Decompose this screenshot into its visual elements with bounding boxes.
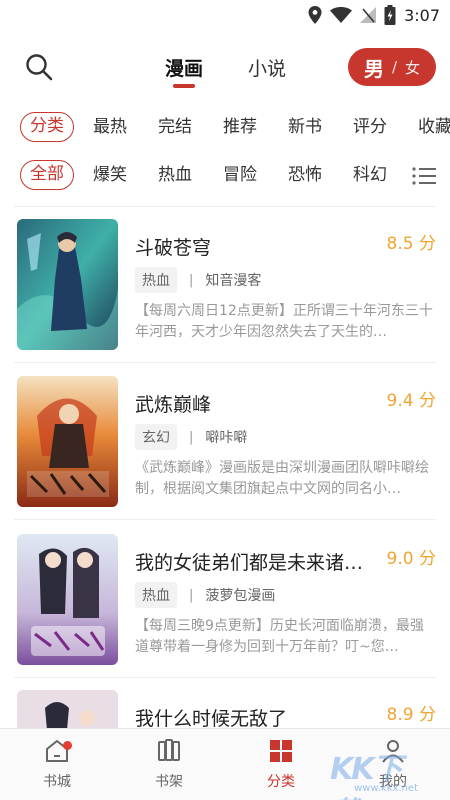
book-score: 8.5 分 bbox=[386, 234, 436, 254]
bookshelf-icon bbox=[158, 739, 180, 761]
tag-separator: | bbox=[189, 587, 194, 603]
book-score: 9.0 分 bbox=[386, 549, 436, 569]
book-tags: 玄幻 | 噼咔噼 bbox=[135, 424, 247, 450]
top-header: 漫画 小说 男 / 女 bbox=[0, 44, 450, 90]
book-divider bbox=[14, 519, 436, 520]
status-time: 3:07 bbox=[404, 5, 440, 25]
book-divider bbox=[14, 362, 436, 363]
book-author: 噼咔噼 bbox=[205, 430, 248, 446]
book-title[interactable]: 斗破苍穹 bbox=[135, 233, 367, 260]
book-description: 【每周六周日12点更新】正所谓三十年河东三十年河西，天才少年因忽然失去了天生的… bbox=[135, 303, 433, 340]
watermark-url: www.kkx.net bbox=[354, 783, 418, 794]
genre-filter-row: 全部 爆笑 热血 冒险 恐怖 科幻 bbox=[0, 160, 450, 196]
tab-novels[interactable]: 小说 bbox=[248, 54, 286, 81]
status-bar: 3:07 bbox=[0, 0, 450, 32]
book-item[interactable]: 武炼巅峰 9.4 分 玄幻 | 噼咔噼 《武炼巅峰》漫画版是由深圳漫画团队噼咔噼… bbox=[0, 376, 450, 526]
book-title[interactable]: 我什么时候无敌了 bbox=[135, 704, 367, 728]
nav-category[interactable]: 分类 bbox=[241, 737, 321, 797]
book-item[interactable]: 我什么时候无敌了 8.9 分 bbox=[0, 690, 450, 728]
watermark-logo: KK下载 www.kkx.net bbox=[330, 740, 442, 800]
nav-bookstore[interactable]: 书城 bbox=[17, 737, 97, 797]
filter-completed[interactable]: 完结 bbox=[158, 112, 192, 142]
book-cover[interactable] bbox=[17, 690, 118, 728]
book-tags: 热血 | 菠萝包漫画 bbox=[135, 582, 275, 608]
filter-recommended[interactable]: 推荐 bbox=[223, 112, 257, 142]
genre-action[interactable]: 热血 bbox=[158, 160, 192, 190]
category-icon bbox=[270, 740, 292, 762]
signal-off-icon bbox=[360, 7, 377, 23]
genre-tag: 玄幻 bbox=[135, 424, 177, 450]
genre-scifi[interactable]: 科幻 bbox=[353, 160, 387, 190]
genre-tag: 热血 bbox=[135, 582, 177, 608]
status-icons: 3:07 bbox=[308, 5, 440, 25]
book-divider bbox=[14, 677, 436, 678]
book-title[interactable]: 我的女徒弟们都是未来诸… bbox=[135, 548, 367, 575]
filter-collection[interactable]: 收藏 bbox=[418, 112, 450, 142]
gender-toggle[interactable]: 男 / 女 bbox=[348, 48, 436, 86]
book-cover[interactable] bbox=[17, 219, 118, 350]
nav-label: 书城 bbox=[43, 774, 71, 790]
search-button[interactable] bbox=[24, 52, 54, 82]
notification-dot bbox=[63, 741, 72, 750]
battery-icon bbox=[384, 5, 396, 25]
nav-label: 书架 bbox=[155, 774, 183, 790]
book-item[interactable]: 斗破苍穹 8.5 分 热血 | 知音漫客 【每周六周日12点更新】正所谓三十年河… bbox=[0, 219, 450, 369]
genre-tag: 热血 bbox=[135, 267, 177, 293]
book-item[interactable]: 我的女徒弟们都是未来诸… 9.0 分 热血 | 菠萝包漫画 【每周三晚9点更新】… bbox=[0, 534, 450, 684]
nav-bookshelf[interactable]: 书架 bbox=[129, 737, 209, 797]
book-title[interactable]: 武炼巅峰 bbox=[135, 390, 367, 417]
book-description: 【每周三晚9点更新】历史长河面临崩溃，最强道尊带着一身修为回到十万年前？叮~您… bbox=[135, 618, 424, 655]
wifi-icon bbox=[330, 7, 353, 23]
book-tags: 热血 | 知音漫客 bbox=[135, 267, 261, 293]
filter-category[interactable]: 分类 bbox=[20, 112, 74, 142]
nav-label: 分类 bbox=[267, 774, 295, 790]
book-score: 9.4 分 bbox=[386, 391, 436, 411]
location-icon bbox=[308, 6, 322, 24]
gender-separator: / bbox=[391, 58, 398, 76]
genre-horror[interactable]: 恐怖 bbox=[288, 160, 322, 190]
search-icon bbox=[26, 54, 53, 81]
genre-comedy[interactable]: 爆笑 bbox=[93, 160, 127, 190]
tag-separator: | bbox=[189, 272, 194, 288]
book-author: 菠萝包漫画 bbox=[205, 588, 276, 604]
genre-adventure[interactable]: 冒险 bbox=[223, 160, 257, 190]
gender-male[interactable]: 男 bbox=[364, 53, 384, 82]
filter-hottest[interactable]: 最热 bbox=[93, 112, 127, 142]
sort-filter-row: 分类 最热 完结 推荐 新书 评分 收藏 bbox=[0, 112, 450, 148]
book-cover[interactable] bbox=[17, 376, 118, 507]
filter-divider bbox=[14, 206, 436, 207]
gender-female[interactable]: 女 bbox=[405, 57, 420, 78]
tab-comics[interactable]: 漫画 bbox=[165, 54, 203, 81]
book-description: 《武炼巅峰》漫画版是由深圳漫画团队噼咔噼绘制，根据阅文集团旗起点中文网的同名小… bbox=[135, 460, 429, 497]
book-author: 知音漫客 bbox=[205, 273, 262, 289]
tab-active-indicator bbox=[173, 84, 195, 88]
list-menu-icon[interactable] bbox=[412, 166, 436, 186]
filter-new[interactable]: 新书 bbox=[288, 112, 322, 142]
book-cover[interactable] bbox=[17, 534, 118, 665]
tag-separator: | bbox=[189, 429, 194, 445]
genre-all[interactable]: 全部 bbox=[20, 160, 74, 190]
filter-rating[interactable]: 评分 bbox=[353, 112, 387, 142]
book-score: 8.9 分 bbox=[386, 705, 436, 725]
